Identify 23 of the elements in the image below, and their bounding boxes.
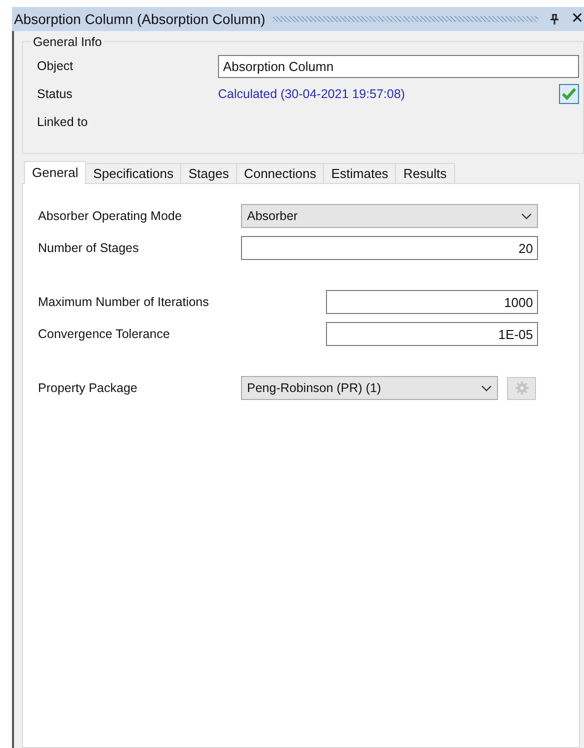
close-button[interactable]: ✕	[571, 8, 584, 30]
dropdown-value: Peng-Robinson (PR) (1)	[247, 380, 382, 397]
object-field[interactable]: Absorption Column	[218, 54, 579, 78]
tab[interactable]: Results	[395, 163, 455, 183]
field-label: Number of Stages	[38, 240, 140, 257]
status-text: Calculated (30-04-2021 19:57:08)	[218, 86, 406, 103]
field-label: Property Package	[38, 380, 138, 397]
field-label: Absorber Operating Mode	[38, 208, 183, 225]
dropdown[interactable]: Peng-Robinson (PR) (1)	[241, 376, 498, 400]
input-field[interactable]: 20	[241, 236, 538, 260]
field-label: Linked to	[37, 114, 88, 131]
input-field[interactable]: 1E-05	[326, 322, 538, 346]
tab[interactable]: Specifications	[85, 163, 182, 183]
window-title: Absorption Column (Absorption Column)	[14, 10, 266, 29]
tab[interactable]: General	[24, 161, 86, 184]
field-label: Object	[37, 58, 74, 75]
field-label: Maximum Number of Iterations	[38, 294, 210, 311]
dropdown-value: Absorber	[247, 208, 298, 225]
field-label: Status	[37, 86, 74, 103]
input-field[interactable]: 1000	[326, 290, 538, 314]
field-label: Convergence Tolerance	[38, 326, 171, 343]
tab[interactable]: Stages	[180, 163, 237, 183]
dropdown[interactable]: Absorber	[241, 204, 538, 228]
